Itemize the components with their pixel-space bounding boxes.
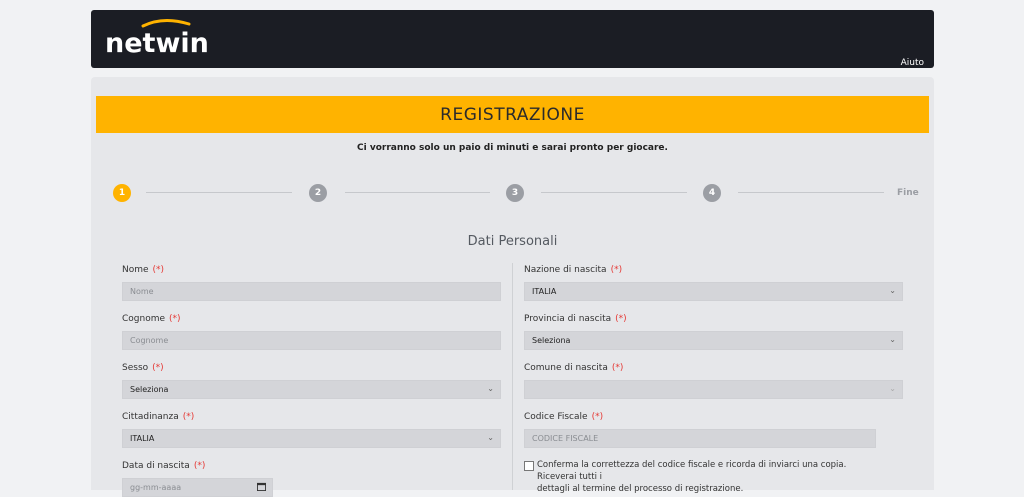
sesso-label: Sesso (*) (122, 363, 164, 373)
required-mark: (*) (152, 363, 164, 373)
section-title: Dati Personali (467, 234, 558, 249)
chevron-down-icon: ⌄ (889, 286, 896, 295)
registration-panel: REGISTRAZIONE Ci vorranno solo un paio d… (91, 77, 934, 497)
sesso-select[interactable]: Seleziona ⌄ (122, 380, 501, 399)
page-frame: netwin Aiuto REGISTRAZIONE Ci vorranno s… (0, 0, 1024, 497)
step-connector (541, 192, 687, 193)
chevron-down-icon: ⌄ (889, 384, 896, 393)
step-connector (738, 192, 884, 193)
comune-select[interactable]: ⌄ (524, 380, 903, 399)
required-mark: (*) (591, 412, 604, 422)
cittadinanza-label: Cittadinanza (*) (122, 412, 195, 422)
step-end-label: Fine (897, 188, 919, 198)
step-connector (345, 192, 490, 193)
step-4: 4 (703, 184, 721, 202)
logo-text: netwin (105, 28, 209, 58)
top-bar: netwin Aiuto (91, 10, 934, 68)
required-mark: (*) (610, 265, 623, 275)
codice-fiscale-label: Codice Fiscale (*) (524, 412, 604, 422)
registration-banner: REGISTRAZIONE (96, 96, 929, 133)
netwin-logo[interactable]: netwin (103, 18, 213, 58)
comune-label: Comune di nascita (*) (524, 363, 624, 373)
required-mark: (*) (615, 314, 627, 324)
provincia-label: Provincia di nascita (*) (524, 314, 627, 324)
codice-fiscale-input[interactable]: CODICE FISCALE (524, 429, 876, 448)
nazione-select[interactable]: ITALIA ⌄ (524, 282, 903, 301)
help-link[interactable]: Aiuto (901, 58, 924, 68)
page-title: REGISTRAZIONE (440, 104, 585, 125)
chevron-down-icon: ⌄ (487, 384, 494, 393)
required-mark: (*) (611, 363, 624, 373)
required-mark: (*) (152, 265, 165, 275)
chevron-down-icon: ⌄ (889, 335, 896, 344)
cittadinanza-select[interactable]: ITALIA ⌄ (122, 429, 501, 448)
data-nascita-label: Data di nascita (*) (122, 461, 206, 471)
cognome-label: Cognome (*) (122, 314, 181, 324)
nazione-label: Nazione di nascita (*) (524, 265, 623, 275)
required-mark: (*) (169, 314, 181, 324)
step-connector (146, 192, 292, 193)
required-mark: (*) (182, 412, 195, 422)
step-1: 1 (113, 184, 131, 202)
nome-label: Nome (*) (122, 265, 165, 275)
data-nascita-input[interactable]: gg-mm-aaaa (122, 478, 273, 497)
chevron-down-icon: ⌄ (487, 433, 494, 442)
page-subtitle: Ci vorranno solo un paio di minuti e sar… (357, 143, 668, 153)
step-3: 3 (506, 184, 524, 202)
column-divider (512, 263, 513, 490)
confirm-checkbox[interactable] (524, 461, 534, 471)
required-mark: (*) (193, 461, 206, 471)
provincia-select[interactable]: Seleziona ⌄ (524, 331, 903, 350)
cognome-input[interactable]: Cognome (122, 331, 501, 350)
step-2: 2 (309, 184, 327, 202)
nome-input[interactable]: Nome (122, 282, 501, 301)
